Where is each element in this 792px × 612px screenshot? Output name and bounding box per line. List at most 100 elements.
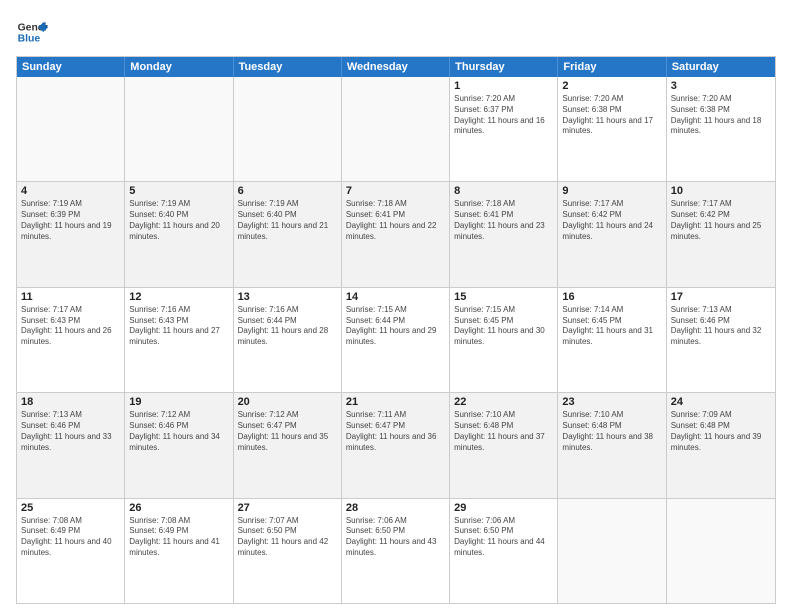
day-info: Sunrise: 7:08 AMSunset: 6:49 PMDaylight:… (129, 516, 228, 559)
day-info: Sunrise: 7:13 AMSunset: 6:46 PMDaylight:… (21, 410, 120, 453)
day-info: Sunrise: 7:10 AMSunset: 6:48 PMDaylight:… (454, 410, 553, 453)
day-number: 14 (346, 291, 445, 303)
calendar-cell-w1-d4: 8Sunrise: 7:18 AMSunset: 6:41 PMDaylight… (450, 182, 558, 286)
header-day-tuesday: Tuesday (234, 57, 342, 77)
day-info: Sunrise: 7:15 AMSunset: 6:44 PMDaylight:… (346, 305, 445, 348)
calendar-cell-w2-d2: 13Sunrise: 7:16 AMSunset: 6:44 PMDayligh… (234, 288, 342, 392)
header-day-monday: Monday (125, 57, 233, 77)
day-info: Sunrise: 7:17 AMSunset: 6:42 PMDaylight:… (671, 199, 771, 242)
day-number: 2 (562, 80, 661, 92)
calendar-row-2: 11Sunrise: 7:17 AMSunset: 6:43 PMDayligh… (17, 288, 775, 393)
calendar-cell-w0-d1 (125, 77, 233, 181)
header-day-saturday: Saturday (667, 57, 775, 77)
day-info: Sunrise: 7:09 AMSunset: 6:48 PMDaylight:… (671, 410, 771, 453)
day-info: Sunrise: 7:16 AMSunset: 6:43 PMDaylight:… (129, 305, 228, 348)
calendar-cell-w0-d6: 3 Sunrise: 7:20 AMSunset: 6:38 PMDaylight… (667, 77, 775, 181)
day-info: Sunrise: 7:20 AMSunset: 6:37 PMDaylight:… (454, 94, 553, 137)
calendar-cell-w0-d4: 1 Sunrise: 7:20 AMSunset: 6:37 PMDaylight… (450, 77, 558, 181)
day-number: 4 (21, 185, 120, 197)
day-number: 3 (671, 80, 771, 92)
calendar-cell-w3-d4: 22 Sunrise: 7:10 AMSunset: 6:48 PMDayligh… (450, 393, 558, 497)
header-day-wednesday: Wednesday (342, 57, 450, 77)
calendar-cell-w4-d1: 26 Sunrise: 7:08 AMSunset: 6:49 PMDayligh… (125, 499, 233, 603)
day-number: 28 (346, 502, 445, 514)
calendar-cell-w4-d3: 28Sunrise: 7:06 AMSunset: 6:50 PMDayligh… (342, 499, 450, 603)
calendar-cell-w4-d5 (558, 499, 666, 603)
day-number: 17 (671, 291, 771, 303)
day-number: 26 (129, 502, 228, 514)
day-info: Sunrise: 7:19 AMSunset: 6:40 PMDaylight:… (129, 199, 228, 242)
header-day-sunday: Sunday (17, 57, 125, 77)
day-number: 15 (454, 291, 553, 303)
day-number: 9 (562, 185, 661, 197)
day-info: Sunrise: 7:11 AMSunset: 6:47 PMDaylight:… (346, 410, 445, 453)
day-number: 19 (129, 396, 228, 408)
calendar-cell-w3-d1: 19 Sunrise: 7:12 AMSunset: 6:46 PMDayligh… (125, 393, 233, 497)
day-info: Sunrise: 7:18 AMSunset: 6:41 PMDaylight:… (454, 199, 553, 242)
calendar-cell-w2-d0: 11Sunrise: 7:17 AMSunset: 6:43 PMDayligh… (17, 288, 125, 392)
day-info: Sunrise: 7:06 AMSunset: 6:50 PMDaylight:… (454, 516, 553, 559)
day-number: 12 (129, 291, 228, 303)
svg-text:Blue: Blue (18, 34, 41, 45)
calendar-cell-w4-d2: 27 Sunrise: 7:07 AMSunset: 6:50 PMDayligh… (234, 499, 342, 603)
calendar-body: 1 Sunrise: 7:20 AMSunset: 6:37 PMDaylight… (17, 77, 775, 603)
calendar-cell-w4-d6 (667, 499, 775, 603)
day-number: 5 (129, 185, 228, 197)
day-info: Sunrise: 7:16 AMSunset: 6:44 PMDaylight:… (238, 305, 337, 348)
day-number: 22 (454, 396, 553, 408)
calendar-cell-w1-d1: 5 Sunrise: 7:19 AMSunset: 6:40 PMDaylight… (125, 182, 233, 286)
day-number: 29 (454, 502, 553, 514)
page: General Blue SundayMondayTuesdayWednesda… (0, 0, 792, 612)
day-info: Sunrise: 7:14 AMSunset: 6:45 PMDaylight:… (562, 305, 661, 348)
calendar-row-4: 25 Sunrise: 7:08 AMSunset: 6:49 PMDayligh… (17, 499, 775, 603)
calendar-cell-w2-d4: 15Sunrise: 7:15 AMSunset: 6:45 PMDayligh… (450, 288, 558, 392)
calendar-cell-w2-d1: 12 Sunrise: 7:16 AMSunset: 6:43 PMDayligh… (125, 288, 233, 392)
day-number: 1 (454, 80, 553, 92)
calendar-cell-w1-d6: 10 Sunrise: 7:17 AMSunset: 6:42 PMDayligh… (667, 182, 775, 286)
calendar-cell-w4-d0: 25 Sunrise: 7:08 AMSunset: 6:49 PMDayligh… (17, 499, 125, 603)
calendar-cell-w1-d2: 6 Sunrise: 7:19 AMSunset: 6:40 PMDaylight… (234, 182, 342, 286)
calendar-cell-w2-d6: 17 Sunrise: 7:13 AMSunset: 6:46 PMDayligh… (667, 288, 775, 392)
calendar: SundayMondayTuesdayWednesdayThursdayFrid… (16, 56, 776, 604)
calendar-cell-w2-d3: 14 Sunrise: 7:15 AMSunset: 6:44 PMDayligh… (342, 288, 450, 392)
header-day-thursday: Thursday (450, 57, 558, 77)
day-number: 7 (346, 185, 445, 197)
day-number: 6 (238, 185, 337, 197)
calendar-cell-w1-d5: 9 Sunrise: 7:17 AMSunset: 6:42 PMDaylight… (558, 182, 666, 286)
day-info: Sunrise: 7:19 AMSunset: 6:40 PMDaylight:… (238, 199, 337, 242)
header-day-friday: Friday (558, 57, 666, 77)
calendar-cell-w0-d5: 2 Sunrise: 7:20 AMSunset: 6:38 PMDaylight… (558, 77, 666, 181)
day-info: Sunrise: 7:08 AMSunset: 6:49 PMDaylight:… (21, 516, 120, 559)
calendar-row-1: 4 Sunrise: 7:19 AMSunset: 6:39 PMDaylight… (17, 182, 775, 287)
day-info: Sunrise: 7:20 AMSunset: 6:38 PMDaylight:… (562, 94, 661, 137)
calendar-cell-w2-d5: 16Sunrise: 7:14 AMSunset: 6:45 PMDayligh… (558, 288, 666, 392)
calendar-cell-w3-d6: 24 Sunrise: 7:09 AMSunset: 6:48 PMDayligh… (667, 393, 775, 497)
calendar-cell-w1-d3: 7Sunrise: 7:18 AMSunset: 6:41 PMDaylight… (342, 182, 450, 286)
calendar-cell-w0-d3 (342, 77, 450, 181)
day-number: 20 (238, 396, 337, 408)
day-info: Sunrise: 7:20 AMSunset: 6:38 PMDaylight:… (671, 94, 771, 137)
calendar-cell-w1-d0: 4 Sunrise: 7:19 AMSunset: 6:39 PMDaylight… (17, 182, 125, 286)
logo: General Blue (16, 16, 48, 48)
day-info: Sunrise: 7:12 AMSunset: 6:46 PMDaylight:… (129, 410, 228, 453)
calendar-header: SundayMondayTuesdayWednesdayThursdayFrid… (17, 57, 775, 77)
calendar-cell-w3-d0: 18 Sunrise: 7:13 AMSunset: 6:46 PMDayligh… (17, 393, 125, 497)
day-number: 21 (346, 396, 445, 408)
day-info: Sunrise: 7:10 AMSunset: 6:48 PMDaylight:… (562, 410, 661, 453)
day-number: 18 (21, 396, 120, 408)
day-number: 24 (671, 396, 771, 408)
day-number: 10 (671, 185, 771, 197)
calendar-row-0: 1 Sunrise: 7:20 AMSunset: 6:37 PMDaylight… (17, 77, 775, 182)
logo-icon: General Blue (16, 16, 48, 48)
day-number: 25 (21, 502, 120, 514)
header: General Blue (16, 16, 776, 48)
calendar-cell-w3-d3: 21 Sunrise: 7:11 AMSunset: 6:47 PMDayligh… (342, 393, 450, 497)
calendar-cell-w3-d2: 20Sunrise: 7:12 AMSunset: 6:47 PMDayligh… (234, 393, 342, 497)
day-info: Sunrise: 7:07 AMSunset: 6:50 PMDaylight:… (238, 516, 337, 559)
day-info: Sunrise: 7:13 AMSunset: 6:46 PMDaylight:… (671, 305, 771, 348)
day-number: 27 (238, 502, 337, 514)
day-info: Sunrise: 7:17 AMSunset: 6:42 PMDaylight:… (562, 199, 661, 242)
calendar-cell-w0-d2 (234, 77, 342, 181)
day-info: Sunrise: 7:19 AMSunset: 6:39 PMDaylight:… (21, 199, 120, 242)
calendar-row-3: 18 Sunrise: 7:13 AMSunset: 6:46 PMDayligh… (17, 393, 775, 498)
